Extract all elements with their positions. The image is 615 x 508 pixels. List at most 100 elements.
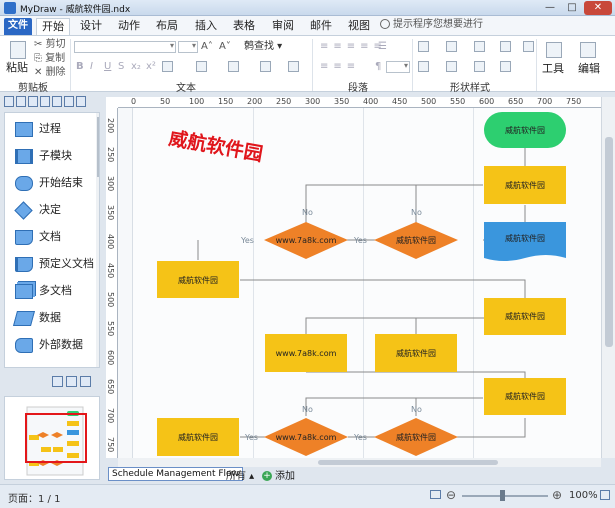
text-box-icon[interactable] bbox=[288, 61, 299, 72]
copy-button[interactable]: ⎘ 复制 bbox=[34, 53, 65, 64]
save-icon[interactable] bbox=[28, 96, 38, 107]
find-button[interactable]: 鹩查找 ▾ bbox=[244, 41, 282, 52]
superscript-button[interactable]: x² bbox=[146, 61, 156, 72]
scrollbar-thumb[interactable] bbox=[318, 460, 498, 465]
shape-item-submodule[interactable]: 子模块 bbox=[9, 146, 99, 168]
subscript-button[interactable]: x₂ bbox=[131, 61, 141, 72]
scrollbar-thumb[interactable] bbox=[97, 117, 99, 177]
zoom-slider-thumb[interactable] bbox=[500, 490, 505, 501]
tab-mail[interactable]: 邮件 bbox=[306, 18, 336, 35]
align-buttons[interactable]: ≡≡≡≡≡ bbox=[320, 41, 387, 52]
shrink-font-button[interactable]: A˅ bbox=[219, 41, 231, 52]
zoom-in-button[interactable]: ⊕ bbox=[552, 488, 562, 502]
shape-item-decision[interactable]: 决定 bbox=[9, 200, 99, 222]
rotate-icon[interactable] bbox=[474, 61, 485, 72]
cut-button[interactable]: ✂ 剪切 bbox=[34, 39, 66, 50]
align-icon[interactable] bbox=[500, 61, 511, 72]
paste-button[interactable]: 粘贴 bbox=[6, 62, 28, 73]
shape-item-data[interactable]: 数据 bbox=[9, 308, 99, 330]
text-group-label: 文本 bbox=[176, 83, 196, 94]
fill-icon[interactable] bbox=[418, 41, 429, 52]
shape-item-label: 过程 bbox=[39, 122, 61, 135]
shape-panel-scrollbar[interactable] bbox=[96, 113, 99, 367]
shadow-icon[interactable] bbox=[474, 41, 485, 52]
paragraph-group-label: 段落 bbox=[348, 83, 368, 94]
shape-item-terminator[interactable]: 开始结束 bbox=[9, 173, 99, 195]
grow-font-button[interactable]: A˄ bbox=[201, 41, 213, 52]
zoom-out-button[interactable]: ⊖ bbox=[446, 488, 456, 502]
tell-me-search[interactable]: 提示程序您想要进行 bbox=[380, 18, 500, 33]
shape-item-external-data[interactable]: 外部数据 bbox=[9, 335, 99, 357]
ruler-tick-label: 0 bbox=[131, 97, 137, 106]
paragraph-mark-button[interactable]: ¶ bbox=[375, 61, 381, 72]
tab-review[interactable]: 审阅 bbox=[268, 18, 298, 35]
tab-table[interactable]: 表格 bbox=[229, 18, 259, 35]
shape-item-predefined-document[interactable]: 预定义文档 bbox=[9, 254, 99, 276]
list-view-icon[interactable] bbox=[76, 96, 86, 107]
ruler-tick-label: 450 bbox=[392, 97, 408, 106]
new-icon[interactable] bbox=[4, 96, 14, 107]
scrollbar-thumb[interactable] bbox=[605, 137, 613, 347]
tab-design[interactable]: 设计 bbox=[76, 18, 106, 35]
italic-button[interactable]: I bbox=[90, 61, 93, 72]
drawing-canvas[interactable]: Yes Yes No No No No Yes Yes 威航软件园 威航软件园 … bbox=[118, 108, 601, 458]
text-effect-icon[interactable] bbox=[228, 61, 239, 72]
full-screen-icon[interactable] bbox=[600, 490, 610, 500]
maximize-button[interactable]: □ bbox=[562, 1, 582, 15]
close-button[interactable]: ✕ bbox=[584, 1, 612, 15]
bold-button[interactable]: B bbox=[76, 61, 84, 72]
tab-file[interactable]: 文件 bbox=[4, 18, 32, 35]
ribbon: 粘贴 ✂ 剪切 ⎘ 复制 ✕ 删除 剪贴板 A˄ A˅ 鹩查找 ▾ B I U … bbox=[0, 35, 615, 94]
viewport-frame[interactable] bbox=[25, 413, 87, 463]
line-spacing-combo[interactable] bbox=[386, 61, 410, 73]
ruler-tick-label: 400 bbox=[106, 234, 115, 250]
shape-item-document[interactable]: 文档 bbox=[9, 227, 99, 249]
redo-icon[interactable] bbox=[64, 96, 74, 107]
style-icon[interactable] bbox=[523, 41, 534, 52]
fit-page-icon[interactable] bbox=[430, 490, 441, 499]
valign-buttons[interactable]: ≡≡≡ bbox=[320, 61, 360, 72]
all-sheets-button[interactable]: 所有 ▴ bbox=[226, 467, 254, 482]
shape-item-label: 外部数据 bbox=[39, 338, 83, 351]
add-sheet-button[interactable]: + 添加 bbox=[262, 467, 295, 482]
print-icon[interactable] bbox=[40, 96, 50, 107]
shape-item-label: 多文档 bbox=[39, 284, 72, 297]
font-family-combo[interactable] bbox=[74, 41, 176, 53]
font-size-combo[interactable] bbox=[178, 41, 198, 53]
sheet-tab-active[interactable]: Schedule Management Flow bbox=[108, 467, 243, 481]
flowchart: Yes Yes No No No No Yes Yes 威航软件园 威航软件园 … bbox=[157, 112, 566, 456]
horizontal-scrollbar[interactable] bbox=[118, 458, 601, 467]
vertical-scrollbar[interactable] bbox=[601, 97, 615, 458]
shape-item-process[interactable]: 过程 bbox=[9, 119, 99, 141]
tab-insert[interactable]: 插入 bbox=[191, 18, 221, 35]
arrange-icon[interactable] bbox=[418, 61, 429, 72]
tab-start[interactable]: 开始 bbox=[36, 18, 70, 35]
strikethrough-button[interactable]: S bbox=[118, 61, 124, 72]
fit-view-icon[interactable] bbox=[80, 376, 91, 387]
tab-action[interactable]: 动作 bbox=[114, 18, 144, 35]
terminator-shape-icon bbox=[15, 176, 33, 191]
group-icon[interactable] bbox=[446, 61, 457, 72]
delete-button[interactable]: ✕ 删除 bbox=[34, 67, 66, 78]
connector-icon[interactable] bbox=[66, 376, 77, 387]
underline-button[interactable]: U bbox=[104, 61, 111, 72]
text-color-icon[interactable] bbox=[162, 61, 173, 72]
tab-layout[interactable]: 布局 bbox=[152, 18, 182, 35]
tab-view[interactable]: 视图 bbox=[344, 18, 374, 35]
undo-icon[interactable] bbox=[52, 96, 62, 107]
edit-button[interactable]: 编辑 bbox=[578, 63, 600, 74]
shape-item-multi-document[interactable]: 多文档 bbox=[9, 281, 99, 303]
open-icon[interactable] bbox=[16, 96, 26, 107]
pan-icon[interactable] bbox=[52, 376, 63, 387]
minimize-button[interactable]: — bbox=[540, 1, 560, 15]
title-bar: MyDraw - 威航软件园.ndx — □ ✕ bbox=[0, 0, 615, 16]
zoom-slider[interactable] bbox=[462, 495, 548, 497]
format-painter-icon[interactable] bbox=[500, 41, 511, 52]
line-icon[interactable] bbox=[446, 41, 457, 52]
text-format-icon[interactable] bbox=[260, 61, 271, 72]
bullets-button[interactable]: ☰ bbox=[378, 41, 387, 52]
overview-panel[interactable] bbox=[4, 396, 100, 480]
tools-button[interactable]: 工具 bbox=[542, 63, 564, 74]
search-placeholder: 提示程序您想要进行 bbox=[393, 19, 483, 30]
highlight-icon[interactable] bbox=[196, 61, 207, 72]
